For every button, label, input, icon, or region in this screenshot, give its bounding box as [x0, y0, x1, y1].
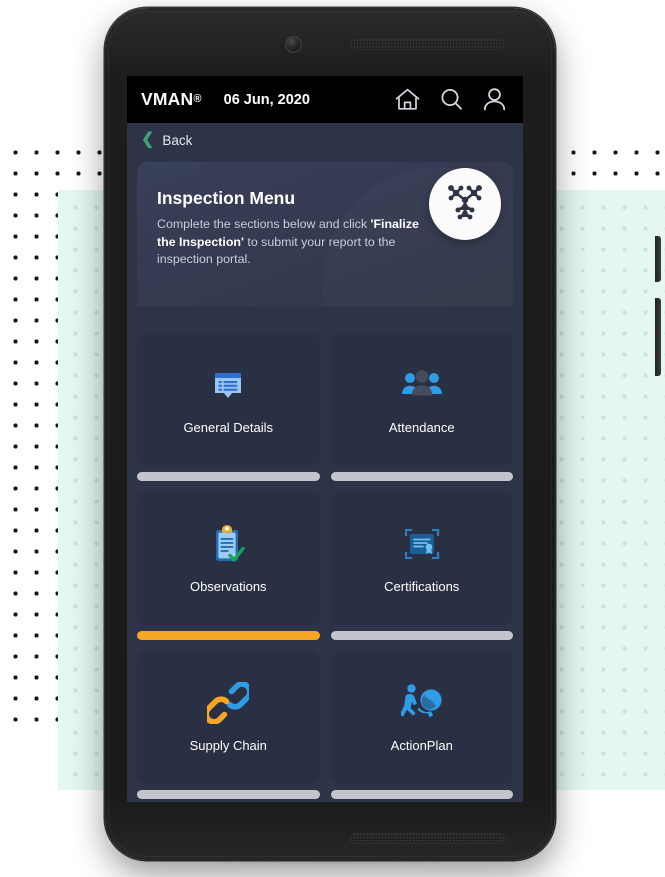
molecule-cluster-logo-icon: [442, 179, 488, 230]
phone-screen: VMAN® 06 Jun, 2020 ❮ Back Inspection Men…: [127, 76, 523, 802]
phone-device: VMAN® 06 Jun, 2020 ❮ Back Inspection Men…: [105, 8, 661, 860]
chevron-left-icon[interactable]: ❮: [141, 132, 154, 148]
section-card-general-details[interactable]: General Details: [137, 333, 320, 481]
app-brand-text: VMAN: [141, 89, 194, 109]
section-card-actionplan[interactable]: ActionPlan: [330, 651, 513, 799]
brand-badge: [429, 168, 501, 240]
power-button[interactable]: [655, 298, 661, 376]
back-bar[interactable]: ❮ Back: [127, 123, 523, 157]
app-bar: VMAN® 06 Jun, 2020: [127, 76, 523, 123]
progress-bar: [137, 790, 320, 799]
progress-bar: [330, 790, 513, 799]
app-bar-date: 06 Jun, 2020: [223, 91, 310, 108]
user-icon[interactable]: [482, 87, 507, 112]
section-card-certifications[interactable]: Certifications: [330, 492, 513, 640]
people-group-icon: [401, 364, 443, 406]
document-list-icon: [208, 364, 248, 406]
section-card-observations[interactable]: Observations: [137, 492, 320, 640]
description-part-1: Complete the sections below and click: [157, 217, 371, 231]
section-card-attendance[interactable]: Attendance: [330, 333, 513, 481]
page-description: Complete the sections below and click 'F…: [157, 216, 433, 269]
app-brand: VMAN®: [141, 89, 202, 110]
tile-body[interactable]: Observations: [137, 492, 320, 625]
tile-label: ActionPlan: [390, 738, 453, 753]
tile-label: Supply Chain: [189, 738, 267, 753]
search-icon[interactable]: [439, 87, 464, 112]
home-icon[interactable]: [394, 87, 421, 112]
tile-body[interactable]: Supply Chain: [137, 651, 320, 784]
tile-body[interactable]: General Details: [137, 333, 320, 466]
screen-bottom-spacer: [127, 799, 523, 802]
inspection-header-panel: Inspection Menu Complete the sections be…: [137, 162, 513, 307]
inspection-sections-grid: General Details Attendance Observations …: [137, 333, 513, 799]
progress-bar: [330, 631, 513, 640]
registered-mark: ®: [193, 93, 202, 105]
progress-bar: [137, 631, 320, 640]
tile-label: Observations: [189, 579, 267, 594]
progress-bar: [137, 472, 320, 481]
certificate-icon: [402, 523, 442, 565]
progress-bar: [330, 472, 513, 481]
back-button-label[interactable]: Back: [162, 133, 192, 148]
app-bar-icons: [394, 87, 507, 112]
section-card-supply-chain[interactable]: Supply Chain: [137, 651, 320, 799]
tile-body[interactable]: ActionPlan: [330, 651, 513, 784]
tile-label: General Details: [183, 420, 274, 435]
tile-body[interactable]: Attendance: [330, 333, 513, 466]
camera-lens-icon: [285, 36, 302, 53]
tile-label: Certifications: [384, 579, 460, 594]
clipboard-check-icon: [209, 523, 247, 565]
volume-button[interactable]: [655, 236, 661, 282]
tile-label: Attendance: [388, 420, 455, 435]
bottom-speaker: [350, 833, 505, 844]
earpiece-speaker: [350, 39, 505, 50]
person-globe-icon: [400, 682, 443, 724]
chain-link-icon: [207, 682, 250, 724]
tile-body[interactable]: Certifications: [330, 492, 513, 625]
